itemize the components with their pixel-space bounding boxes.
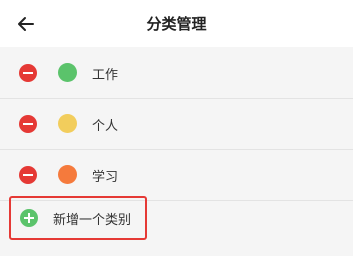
app-header: 分类管理 xyxy=(0,0,353,47)
back-button[interactable] xyxy=(14,12,38,36)
category-color-dot xyxy=(58,165,77,184)
delete-icon[interactable] xyxy=(19,166,37,184)
category-list: 工作 个人 学习 xyxy=(0,48,353,201)
add-category-label: 新增一个类别 xyxy=(53,212,132,228)
category-color-dot xyxy=(58,63,77,82)
category-label: 工作 xyxy=(92,67,119,83)
category-label: 个人 xyxy=(92,118,119,134)
add-category-button[interactable]: 新增一个类别 xyxy=(9,196,147,240)
category-row-personal: 个人 xyxy=(0,99,353,150)
delete-icon[interactable] xyxy=(19,64,37,82)
plus-icon xyxy=(20,209,38,227)
category-label: 学习 xyxy=(92,169,119,185)
arrow-left-icon xyxy=(18,17,34,31)
delete-icon[interactable] xyxy=(19,115,37,133)
page-title: 分类管理 xyxy=(146,15,207,33)
category-color-dot xyxy=(58,114,77,133)
category-row-study: 学习 xyxy=(0,150,353,201)
category-row-work: 工作 xyxy=(0,48,353,99)
